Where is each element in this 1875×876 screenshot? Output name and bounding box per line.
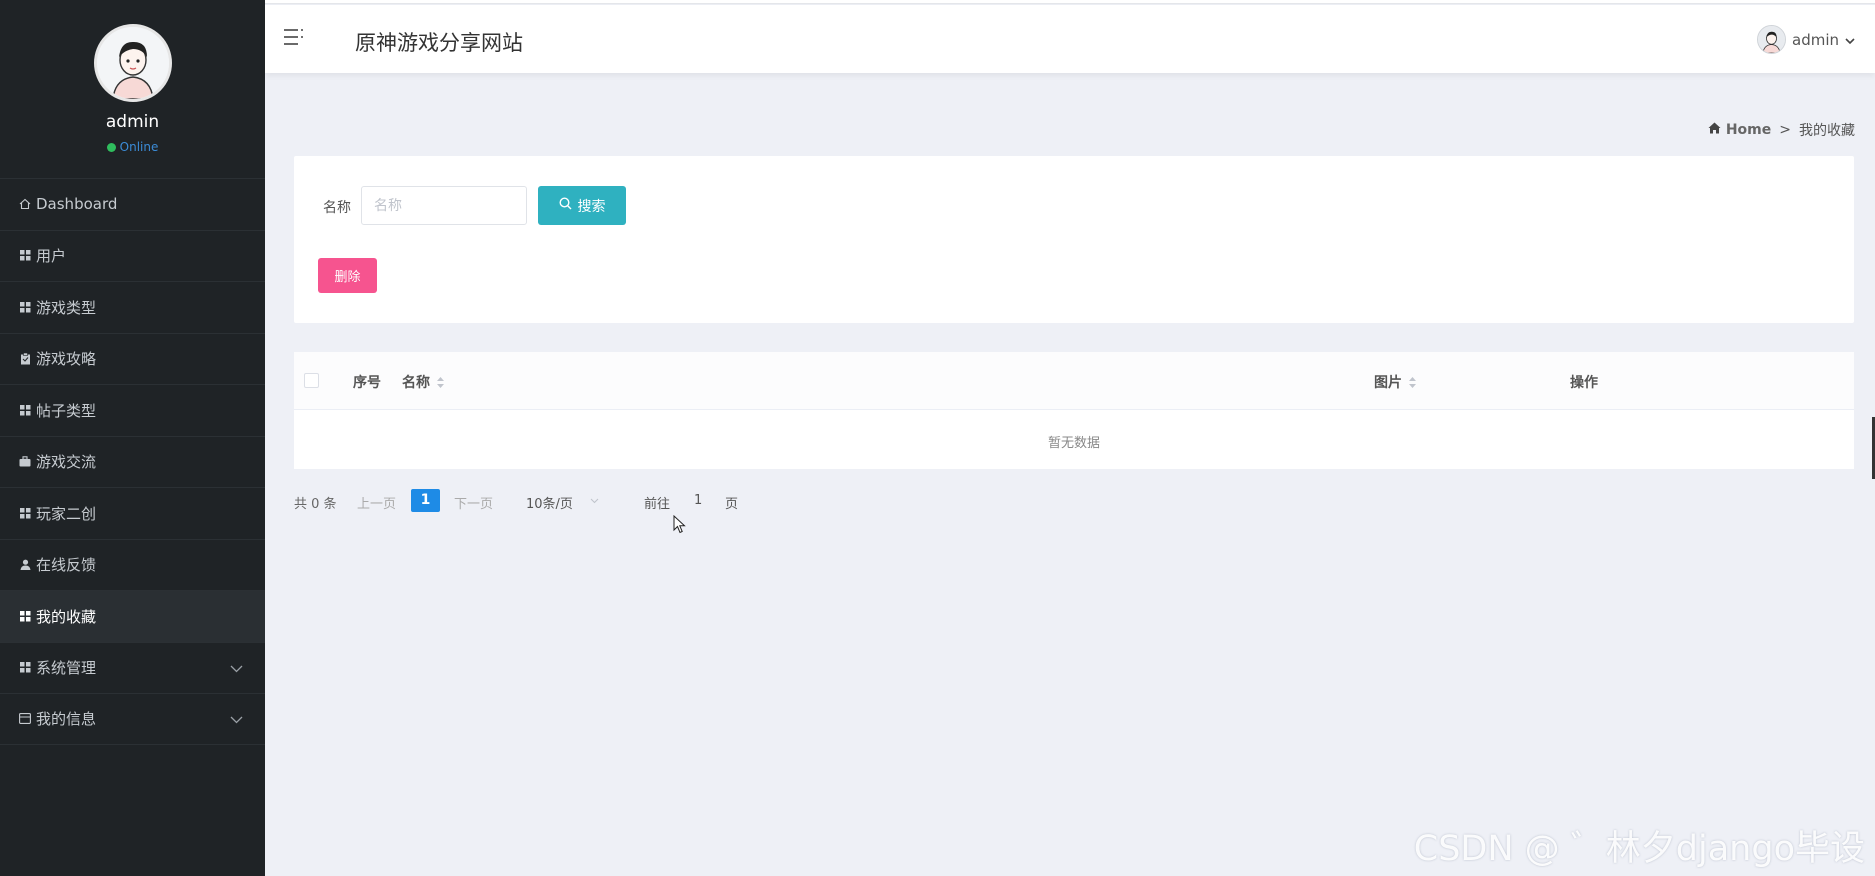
avatar (1757, 25, 1786, 54)
menu-toggle-icon[interactable] (283, 28, 305, 50)
grid-icon (18, 661, 32, 675)
sidebar-item-label: 系统管理 (36, 659, 97, 678)
breadcrumb-separator: > (1779, 122, 1791, 138)
column-name[interactable]: 名称 (402, 372, 445, 392)
search-label: 名称 (323, 200, 351, 216)
sidebar-item-label: 帖子类型 (36, 401, 97, 420)
mouse-cursor-icon (673, 514, 687, 539)
sidebar-item-game-types[interactable]: 游戏类型 (0, 281, 265, 333)
top-border (265, 0, 1875, 4)
select-all-checkbox[interactable] (304, 373, 319, 388)
empty-message: 暂无数据 (1047, 436, 1100, 451)
breadcrumb: Home > 我的收藏 (1708, 120, 1855, 140)
grid-icon (18, 609, 32, 623)
sidebar: admin Online Dashboard 用户 游戏类型 游戏攻略 帖子类型… (0, 0, 265, 876)
site-title: 原神游戏分享网站 (355, 31, 523, 55)
sort-icon[interactable] (436, 376, 445, 389)
search-button-label: 搜索 (577, 198, 606, 215)
home-icon (1708, 122, 1721, 138)
home-icon (18, 197, 32, 211)
table-header: 序号 名称 图片 操作 (294, 352, 1854, 410)
grid-icon (18, 403, 32, 417)
column-name-label: 名称 (402, 375, 430, 391)
sort-icon[interactable] (1408, 376, 1417, 389)
online-status: Online (106, 140, 159, 154)
favorites-table: 序号 名称 图片 操作 暂无数据 (294, 352, 1854, 469)
sidebar-item-label: 游戏攻略 (36, 350, 97, 369)
sidebar-item-favorites[interactable]: 我的收藏 (0, 590, 265, 642)
grid-icon (18, 300, 32, 314)
search-panel: 名称 搜索 删除 (294, 156, 1854, 323)
online-dot-icon (106, 142, 116, 152)
card-icon (18, 712, 32, 726)
chevron-down-icon (230, 659, 243, 677)
chevron-down-icon (1845, 31, 1855, 49)
sidebar-item-users[interactable]: 用户 (0, 229, 265, 282)
sidebar-menu: Dashboard 用户 游戏类型 游戏攻略 帖子类型 游戏交流 玩家二创 在线… (0, 178, 265, 745)
sidebar-item-post-types[interactable]: 帖子类型 (0, 384, 265, 436)
watermark: CSDN @ ゛林夕django毕设 (1413, 829, 1865, 869)
sidebar-item-system-management[interactable]: 系统管理 (0, 641, 265, 694)
delete-button[interactable]: 删除 (318, 258, 377, 293)
sidebar-item-game-guides[interactable]: 游戏攻略 (0, 332, 265, 385)
profile-panel: admin Online (0, 0, 265, 178)
sidebar-item-label: 在线反馈 (36, 556, 97, 575)
sidebar-item-label: 玩家二创 (36, 504, 97, 523)
search-icon (558, 197, 572, 214)
goto-label: 前往 (644, 497, 671, 512)
sidebar-item-game-forum[interactable]: 游戏交流 (0, 435, 265, 488)
grid-icon (18, 506, 32, 520)
chevron-down-icon (230, 710, 243, 728)
column-index: 序号 (353, 375, 381, 391)
sidebar-item-label: 我的收藏 (36, 607, 97, 626)
sidebar-item-dashboard[interactable]: Dashboard (0, 178, 265, 230)
search-button[interactable]: 搜索 (538, 186, 626, 225)
page-size-select[interactable]: 10条/页 (526, 493, 573, 512)
sidebar-item-feedback[interactable]: 在线反馈 (0, 538, 265, 591)
column-image[interactable]: 图片 (1374, 372, 1417, 392)
search-input[interactable] (361, 186, 527, 225)
user-menu[interactable]: admin (1757, 25, 1855, 54)
breadcrumb-current: 我的收藏 (1799, 123, 1855, 139)
clipboard-icon (18, 352, 32, 366)
sidebar-item-label: Dashboard (36, 195, 118, 214)
page-number-current[interactable]: 1 (411, 489, 440, 512)
avatar (93, 24, 172, 102)
sidebar-item-label: 游戏交流 (36, 453, 97, 472)
briefcase-icon (18, 455, 32, 469)
online-status-label: Online (119, 140, 159, 154)
prev-page-button[interactable]: 上一页 (357, 493, 396, 512)
pagination-total: 共 0 条 (294, 497, 337, 512)
sidebar-item-fan-creations[interactable]: 玩家二创 (0, 487, 265, 539)
breadcrumb-home[interactable]: Home (1708, 122, 1771, 138)
user-name: admin (1792, 30, 1839, 49)
grid-icon (18, 249, 32, 263)
column-image-label: 图片 (1374, 375, 1402, 391)
goto-unit-label: 页 (725, 497, 739, 512)
user-icon (18, 558, 32, 572)
sidebar-item-label: 游戏类型 (36, 298, 97, 317)
column-actions: 操作 (1570, 375, 1598, 391)
sidebar-item-label: 我的信息 (36, 710, 97, 729)
sidebar-item-label: 用户 (36, 247, 67, 266)
goto-page-input[interactable]: 1 (694, 493, 702, 508)
chevron-down-icon[interactable] (590, 493, 599, 508)
breadcrumb-home-label: Home (1725, 122, 1772, 138)
profile-name: admin (105, 112, 160, 132)
header: 原神游戏分享网站 admin (265, 5, 1875, 73)
sidebar-item-my-info[interactable]: 我的信息 (0, 693, 265, 745)
next-page-button[interactable]: 下一页 (454, 493, 493, 512)
